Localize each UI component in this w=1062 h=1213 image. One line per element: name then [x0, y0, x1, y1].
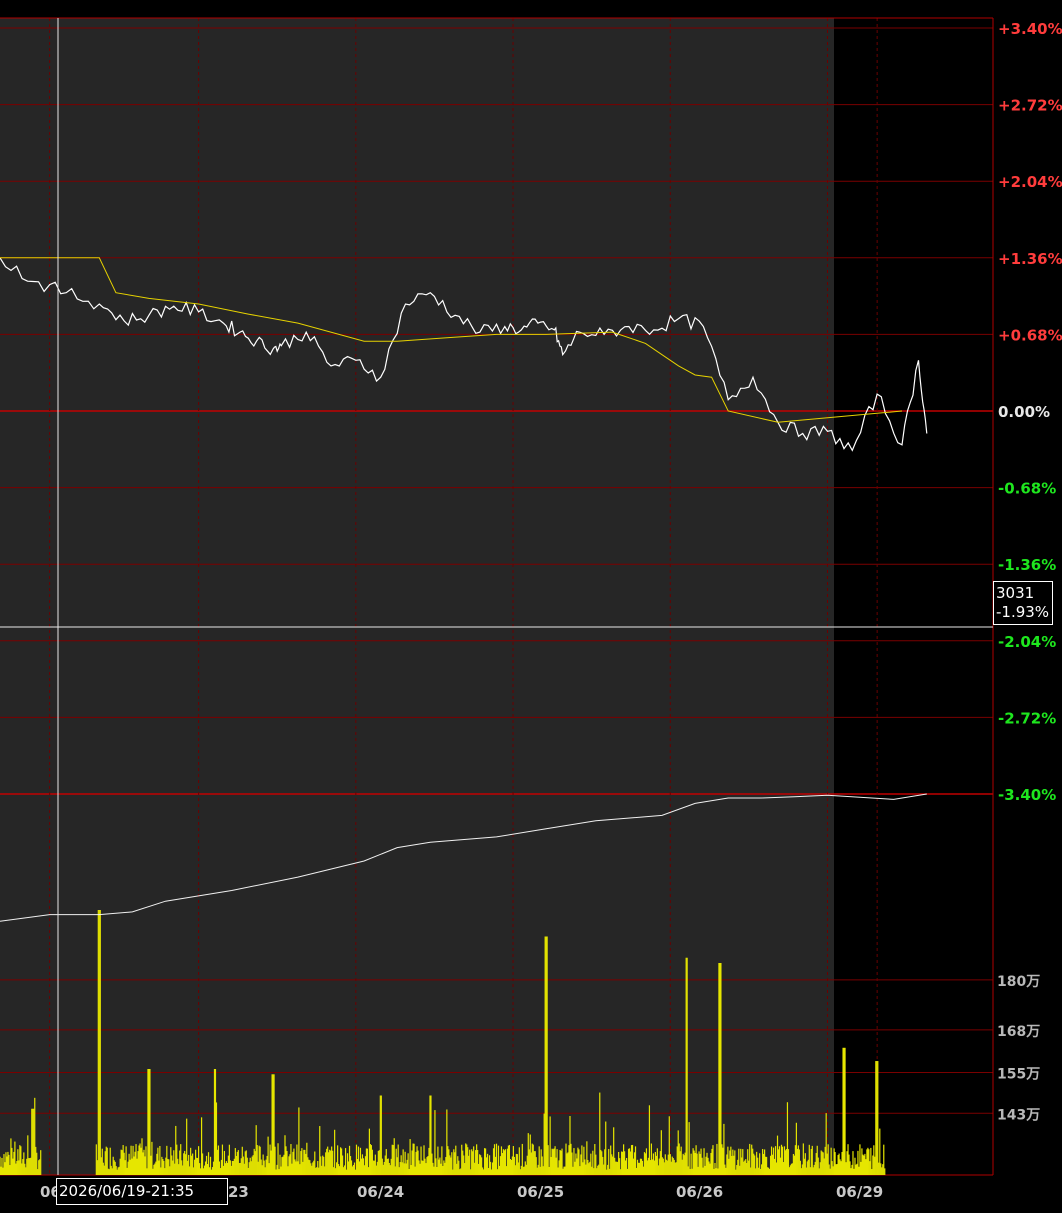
date-tick-label: 06/25 [517, 1183, 564, 1201]
date-tick-label: 06/24 [357, 1183, 404, 1201]
price-tick-label: -1.36% [998, 556, 1056, 574]
volume-tick-label: 155万 [997, 1066, 1040, 1082]
volume-tick-label: 143万 [997, 1107, 1040, 1123]
date-tick-label: 23 [228, 1183, 249, 1201]
crosshair-change: -1.93% [996, 603, 1050, 621]
date-tick-label: 06/29 [836, 1183, 883, 1201]
session-shade [0, 18, 834, 1175]
crosshair-price: 3031 [996, 584, 1035, 602]
price-tick-label: +0.68% [998, 326, 1062, 344]
price-tick-label: -3.40% [998, 786, 1056, 804]
price-tick-label: -0.68% [998, 480, 1056, 498]
crosshair-time-box: 2026/06/19-21:35 [56, 1178, 228, 1205]
price-tick-label: +2.04% [998, 173, 1062, 191]
price-tick-label: -2.04% [998, 633, 1056, 651]
price-tick-label: +1.36% [998, 250, 1062, 268]
crosshair-time: 2026/06/19-21:35 [59, 1182, 195, 1200]
volume-tick-label: 168万 [997, 1024, 1040, 1040]
price-tick-label: 0.00% [998, 403, 1050, 421]
price-tick-label: -2.72% [998, 709, 1056, 727]
price-tick-label: +2.72% [998, 97, 1062, 115]
date-tick-label: 06/26 [676, 1183, 723, 1201]
volume-tick-label: 180万 [997, 974, 1040, 990]
price-tick-label: +3.40% [998, 20, 1062, 38]
crosshair-value-box: 3031 -1.93% [993, 581, 1053, 625]
chart-canvas: +3.40% +2.72% +2.04% +1.36% +0.68% 0.00% -0.68… [0, 0, 1062, 1213]
